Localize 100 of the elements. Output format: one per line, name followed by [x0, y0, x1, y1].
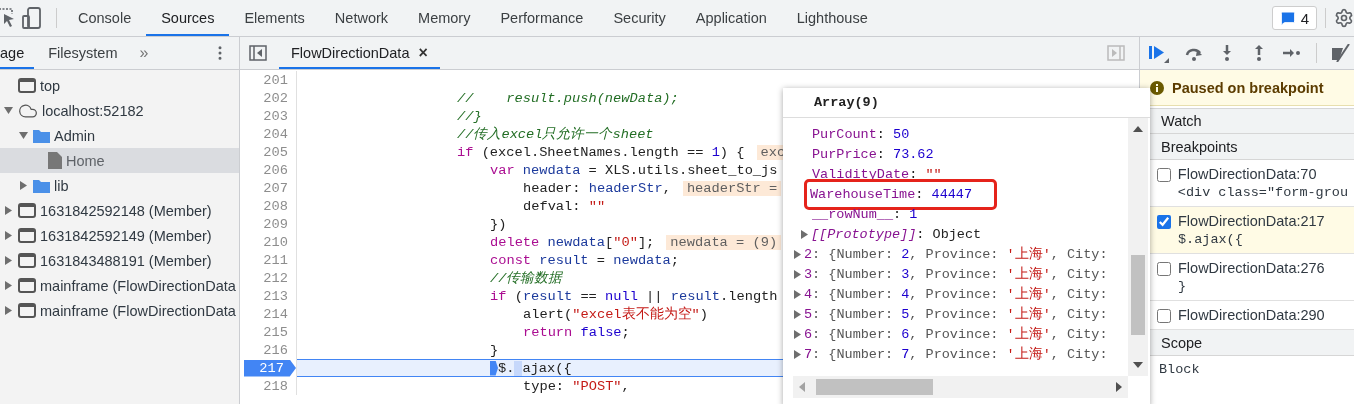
checkbox[interactable] — [1157, 309, 1171, 323]
code-text: alert("excel表不能为空") — [523, 305, 708, 323]
file-tab[interactable]: FlowDirectionData × — [279, 37, 440, 69]
code-text: var newdata = XLS.utils.sheet_to_js — [490, 162, 778, 178]
tree-item[interactable]: Admin — [0, 123, 239, 148]
horizontal-scrollbar[interactable] — [793, 376, 1128, 398]
banner-text: Paused on breakpoint — [1172, 79, 1324, 96]
expand-arrow-icon[interactable] — [3, 306, 13, 315]
panel-tab[interactable]: Memory — [403, 0, 486, 36]
breakpoint-marker-icon[interactable] — [514, 360, 523, 376]
tree-item[interactable]: 1631842592149 (Member) — [0, 223, 239, 248]
navigator-tab[interactable]: Filesystem — [34, 37, 132, 69]
tree-item[interactable]: lib — [0, 173, 239, 198]
breakpoint-marker-icon[interactable] — [490, 360, 498, 376]
property-text: [[Prototype]]: Object — [811, 226, 982, 242]
expand-arrow-icon[interactable] — [3, 206, 13, 215]
breakpoint-label[interactable]: FlowDirectionData:70 — [1177, 166, 1348, 182]
breakpoint-code: <div class="form-grou — [1177, 185, 1348, 200]
code-text: const result = newdata; — [490, 252, 679, 268]
checkbox[interactable] — [1157, 168, 1171, 182]
close-button[interactable]: × — [418, 44, 428, 62]
tree-item[interactable]: 1631843488191 (Member) — [0, 248, 239, 273]
panel-tab[interactable]: Application — [680, 0, 782, 36]
popover-title: Array(9) — [814, 95, 879, 110]
breakpoint-line-number[interactable]: 217 — [244, 359, 296, 377]
folder-icon — [33, 128, 50, 143]
device-icon[interactable] — [22, 7, 42, 29]
toggle-navigator-icon[interactable] — [249, 45, 267, 61]
expand-arrow-icon[interactable] — [3, 231, 13, 240]
frame-icon — [18, 278, 36, 293]
code-text: defval: "" — [523, 198, 606, 214]
entry-text: 2: {Number: 2, Province: '上海', City: — [804, 245, 1108, 263]
line-number: 215 — [263, 324, 288, 340]
entry-text: 3: {Number: 3, Province: '上海', City: — [804, 265, 1108, 283]
code-text: }) — [490, 216, 507, 232]
code-text: //传入excel只允许一个sheet — [457, 125, 654, 143]
line-number: 211 — [263, 252, 288, 268]
line-number: 201 — [263, 72, 288, 88]
expand-arrow-icon[interactable] — [793, 289, 802, 299]
issues-counter[interactable]: 4 — [1271, 6, 1317, 30]
line-number: 208 — [263, 198, 288, 214]
frame-icon — [18, 78, 36, 93]
property-text: WarehouseTime: 44447 — [810, 186, 973, 202]
vertical-scrollbar[interactable] — [1128, 118, 1148, 376]
issues-icon — [1279, 10, 1296, 26]
deactivate-breakpoints-icon[interactable] — [1331, 44, 1353, 62]
property-text: __rowNum__: 1 — [812, 206, 918, 222]
property-text: PurCount: 50 — [812, 126, 910, 142]
line-number: 207 — [263, 180, 288, 196]
scrollbar-thumb[interactable] — [1131, 255, 1145, 335]
panel-tab[interactable]: Lighthouse — [781, 0, 883, 36]
resume-icon[interactable] — [1148, 43, 1170, 63]
expand-arrow-icon[interactable] — [18, 181, 28, 190]
expand-arrow-icon[interactable] — [18, 131, 28, 140]
panel-tab[interactable]: Elements — [229, 0, 320, 36]
scroll-down-icon[interactable] — [1133, 362, 1143, 368]
checkbox[interactable] — [1157, 262, 1171, 276]
breakpoint-label[interactable]: FlowDirectionData:290 — [1178, 307, 1325, 323]
code-text: return false; — [523, 324, 630, 340]
property-text: ValidityDate: "" — [812, 166, 942, 182]
tree-item[interactable]: 1631842592148 (Member) — [0, 198, 239, 223]
settings-icon[interactable] — [1334, 8, 1354, 28]
breakpoint-label[interactable]: FlowDirectionData:217 — [1178, 213, 1325, 229]
expand-arrow-icon[interactable] — [793, 249, 802, 259]
line-number: 216 — [263, 342, 288, 358]
inspect-icon[interactable] — [0, 8, 16, 28]
code-text: } — [490, 342, 499, 358]
line-number: 209 — [263, 216, 288, 232]
code-text: if (excel.SheetNames.length == 1) { — [457, 144, 745, 160]
more-tabs-button[interactable]: » — [131, 37, 157, 69]
inline-value: newdata = (9) — [666, 234, 782, 250]
expand-arrow-icon[interactable] — [3, 256, 13, 265]
panel-tab[interactable]: Network — [319, 0, 404, 36]
breakpoint-label[interactable]: FlowDirectionData:276 — [1178, 260, 1325, 276]
expand-arrow-icon[interactable] — [793, 349, 802, 359]
frame-icon — [18, 228, 36, 243]
tree-item[interactable]: mainframe (FlowDirectionData — [0, 298, 239, 323]
expand-arrow-icon[interactable] — [793, 329, 802, 339]
breakpoint-code: } — [1178, 279, 1188, 294]
expand-arrow-icon[interactable] — [800, 229, 809, 239]
property-text: PurPrice: 73.62 — [812, 146, 934, 162]
tree-item[interactable]: localhost:52182 — [0, 98, 239, 123]
tree-item[interactable]: mainframe (FlowDirectionData — [0, 273, 239, 298]
expand-arrow-icon[interactable] — [793, 309, 802, 319]
scroll-right-icon[interactable] — [1116, 382, 1122, 392]
tree-item[interactable]: top — [0, 73, 239, 98]
panel-tab[interactable]: Console — [63, 0, 147, 36]
scroll-up-icon[interactable] — [1133, 126, 1143, 132]
panel-tab[interactable]: Security — [598, 0, 681, 36]
line-number: 218 — [263, 378, 288, 394]
line-number: 202 — [263, 90, 288, 106]
toggle-debugger-icon[interactable] — [1107, 45, 1125, 61]
checkbox[interactable] — [1157, 215, 1171, 229]
entry-text: 7: {Number: 7, Province: '上海', City: — [804, 345, 1108, 363]
panel-tab[interactable]: Performance — [485, 0, 599, 36]
tree-item[interactable]: Home — [0, 148, 239, 173]
scrollbar-thumb[interactable] — [816, 379, 933, 395]
expand-arrow-icon[interactable] — [793, 269, 802, 279]
expand-arrow-icon[interactable] — [3, 281, 13, 290]
expand-arrow-icon[interactable] — [3, 106, 13, 115]
